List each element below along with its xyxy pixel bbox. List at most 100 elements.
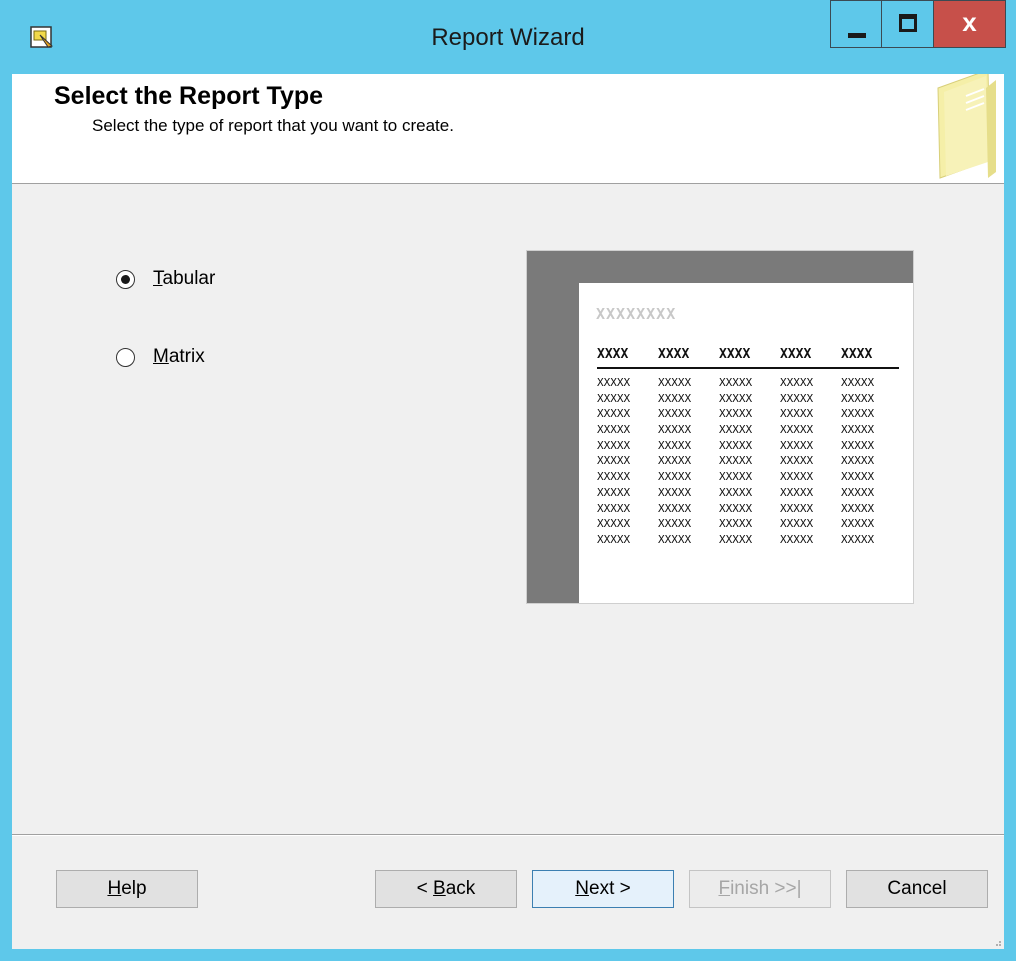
- preview-cell: XXXXX: [597, 454, 631, 468]
- preview-cell: XXXXX: [658, 517, 692, 531]
- preview-cell: XXXXX: [719, 501, 753, 515]
- preview-cell: XXXXX: [841, 485, 875, 499]
- wizard-client-area: Select the Report Type Select the type o…: [12, 74, 1004, 949]
- matrix-radio-button[interactable]: [116, 347, 135, 367]
- preview-page: XXXXXXXX XXXX XXXX XXXX XXXX XXXX XXXXX XXXXX…: [579, 283, 913, 603]
- preview-cell: XXXXX: [719, 407, 753, 421]
- preview-cell: XXXXX: [780, 501, 814, 515]
- preview-column-header: XXXX: [719, 347, 751, 362]
- preview-data-row: XXXXX XXXXX XXXXX XXXXX XXXXX: [597, 391, 899, 407]
- preview-data-row: XXXXX XXXXX XXXXX XXXXX XXXXX: [597, 485, 899, 501]
- preview-cell: XXXXX: [658, 376, 692, 389]
- preview-cell: XXXXX: [841, 532, 875, 546]
- preview-data-row: XXXXX XXXXX XXXXX XXXXX XXXXX: [597, 422, 899, 438]
- preview-cell: XXXXX: [719, 438, 753, 452]
- help-button[interactable]: Help: [56, 870, 198, 908]
- close-button[interactable]: x: [934, 0, 1006, 48]
- preview-cell: XXXXX: [780, 376, 814, 389]
- preview-cell: XXXXX: [841, 454, 875, 468]
- preview-cell: XXXXX: [841, 470, 875, 484]
- preview-cell: XXXXX: [597, 423, 631, 437]
- preview-cell: XXXXX: [780, 438, 814, 452]
- page-title: Select the Report Type: [54, 82, 324, 110]
- maximize-icon: [899, 14, 917, 32]
- preview-cell: XXXXX: [841, 391, 875, 405]
- preview-cell: XXXXX: [780, 485, 814, 499]
- preview-data-row: XXXXX XXXXX XXXXX XXXXX XXXXX: [597, 406, 899, 422]
- resize-grip-icon[interactable]: [992, 937, 1002, 947]
- preview-cell: XXXXX: [658, 423, 692, 437]
- report-wizard-window: Report Wizard x Select the Report Type S…: [0, 0, 1016, 961]
- preview-cell: XXXXX: [841, 438, 875, 452]
- preview-cell: XXXXX: [719, 454, 753, 468]
- finish-button[interactable]: Finish >>|: [689, 870, 831, 908]
- maximize-button[interactable]: [882, 0, 934, 48]
- preview-data-row: XXXXX XXXXX XXXXX XXXXX XXXXX: [597, 453, 899, 469]
- preview-cell: XXXXX: [658, 407, 692, 421]
- preview-cell: XXXXX: [719, 470, 753, 484]
- preview-cell: XXXXX: [597, 391, 631, 405]
- preview-data-row: XXXXX XXXXX XXXXX XXXXX XXXXX: [597, 375, 899, 391]
- title-bar[interactable]: Report Wizard x: [0, 0, 1016, 74]
- preview-cell: XXXXX: [780, 391, 814, 405]
- preview-cell: XXXXX: [780, 517, 814, 531]
- matrix-radio-option[interactable]: Matrix: [116, 346, 205, 368]
- preview-cell: XXXXX: [658, 501, 692, 515]
- preview-cell: XXXXX: [841, 376, 875, 389]
- preview-data-row: XXXXX XXXXX XXXXX XXXXX XXXXX: [597, 516, 899, 532]
- preview-cell: XXXXX: [597, 501, 631, 515]
- preview-cell: XXXXX: [719, 376, 753, 389]
- preview-cell: XXXXX: [841, 407, 875, 421]
- preview-data-row: XXXXX XXXXX XXXXX XXXXX XXXXX: [597, 438, 899, 454]
- preview-cell: XXXXX: [841, 423, 875, 437]
- preview-column-header: XXXX: [780, 347, 812, 362]
- preview-cell: XXXXX: [658, 470, 692, 484]
- report-preview: XXXXXXXX XXXX XXXX XXXX XXXX XXXX XXXXX XXXXX…: [526, 250, 914, 604]
- minimize-button[interactable]: [830, 0, 882, 48]
- tabular-radio-option[interactable]: Tabular: [116, 268, 215, 290]
- wizard-header: Select the Report Type Select the type o…: [12, 74, 1004, 184]
- preview-cell: XXXXX: [597, 376, 631, 389]
- preview-cell: XXXXX: [719, 532, 753, 546]
- preview-cell: XXXXX: [841, 501, 875, 515]
- preview-cell: XXXXX: [780, 407, 814, 421]
- preview-column-header: XXXX: [597, 347, 629, 362]
- preview-cell: XXXXX: [719, 391, 753, 405]
- preview-cell: XXXXX: [597, 407, 631, 421]
- preview-data-row: XXXXX XXXXX XXXXX XXXXX XXXXX: [597, 501, 899, 517]
- preview-cell: XXXXX: [658, 391, 692, 405]
- preview-cell: XXXXX: [780, 532, 814, 546]
- preview-cell: XXXXX: [597, 470, 631, 484]
- preview-cell: XXXXX: [841, 517, 875, 531]
- preview-cell: XXXXX: [780, 470, 814, 484]
- close-icon: x: [962, 7, 977, 37]
- preview-cell: XXXXX: [719, 517, 753, 531]
- preview-cell: XXXXX: [719, 485, 753, 499]
- page-subtitle: Select the type of report that you want …: [92, 116, 454, 135]
- preview-cell: XXXXX: [780, 454, 814, 468]
- preview-cell: XXXXX: [719, 423, 753, 437]
- cancel-button[interactable]: Cancel: [846, 870, 988, 908]
- tabular-radio-button[interactable]: [116, 269, 135, 289]
- preview-column-header: XXXX: [658, 347, 690, 362]
- preview-cell: XXXXX: [658, 454, 692, 468]
- preview-cell: XXXXX: [597, 438, 631, 452]
- tabular-label: Tabular: [153, 268, 216, 289]
- preview-table: XXXX XXXX XXXX XXXX XXXX XXXXX XXXXX XXXXX XXXX…: [597, 347, 899, 548]
- report-document-icon: [937, 74, 996, 179]
- footer-divider: [12, 834, 1004, 836]
- matrix-label: Matrix: [153, 346, 205, 367]
- preview-cell: XXXXX: [780, 423, 814, 437]
- preview-column-header: XXXX: [841, 347, 873, 362]
- preview-header-row: XXXX XXXX XXXX XXXX XXXX: [597, 347, 899, 369]
- preview-data-row: XXXXX XXXXX XXXXX XXXXX XXXXX: [597, 469, 899, 485]
- next-button[interactable]: Next >: [532, 870, 674, 908]
- preview-cell: XXXXX: [597, 517, 631, 531]
- minimize-icon: [848, 33, 866, 38]
- preview-cell: XXXXX: [658, 532, 692, 546]
- preview-cell: XXXXX: [597, 532, 631, 546]
- back-button[interactable]: < Back: [375, 870, 517, 908]
- preview-data-row: XXXXX XXXXX XXXXX XXXXX XXXXX: [597, 532, 899, 548]
- preview-cell: XXXXX: [658, 485, 692, 499]
- preview-cell: XXXXX: [597, 485, 631, 499]
